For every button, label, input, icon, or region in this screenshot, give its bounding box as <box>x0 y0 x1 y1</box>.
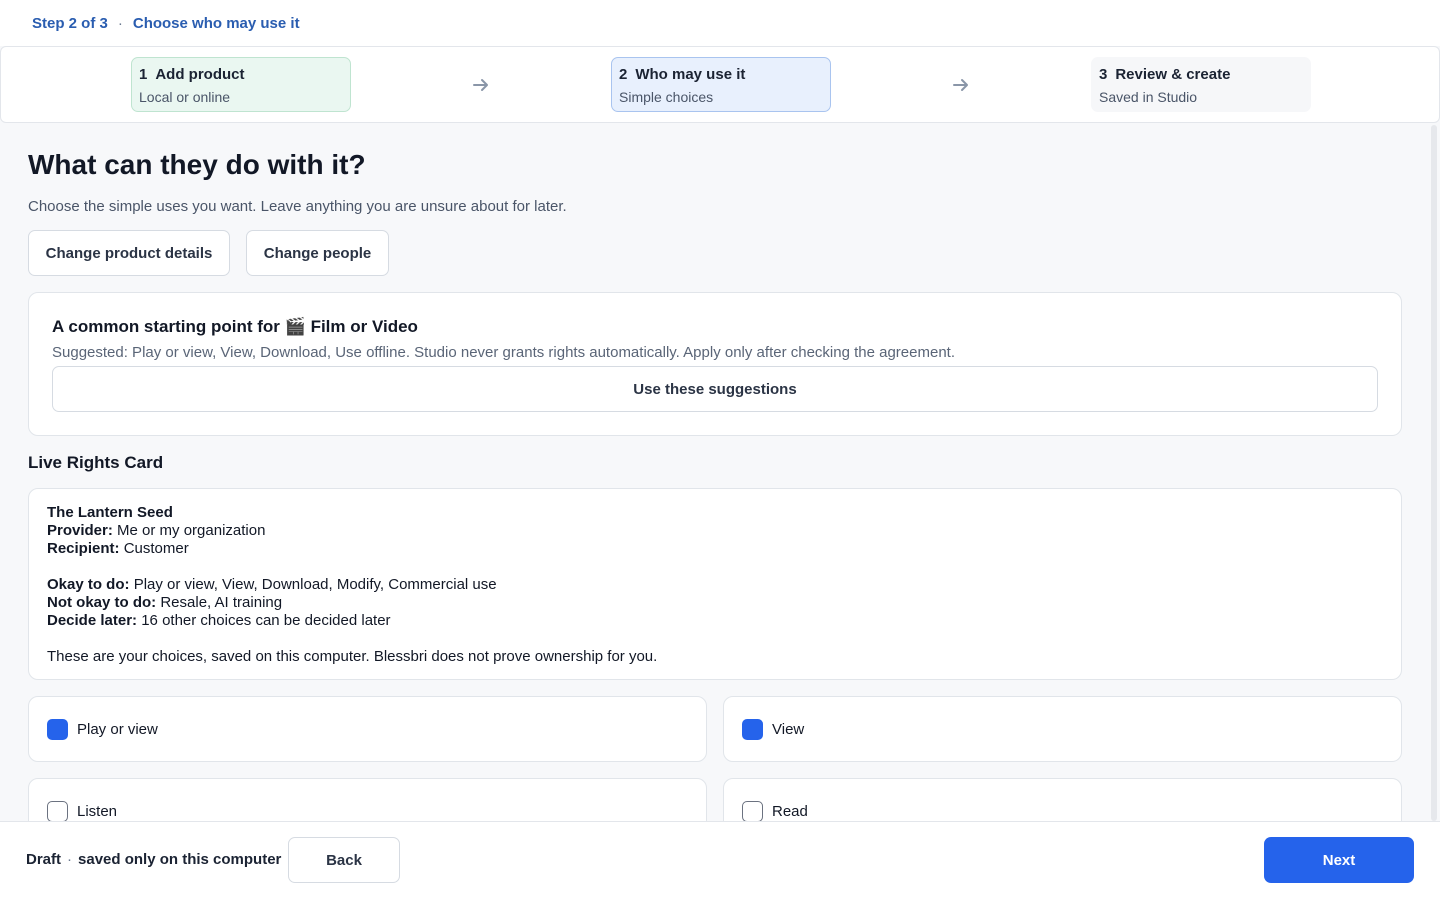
page-title: What can they do with it? <box>28 149 366 180</box>
rights-card-heading: Live Rights Card <box>28 453 164 472</box>
step-label: Review & create <box>1115 66 1231 83</box>
recipient-label: Recipient: <box>47 540 120 557</box>
option-label: Read <box>772 802 808 820</box>
arrow-right-icon <box>473 79 488 91</box>
product-name: The Lantern Seed <box>47 504 173 521</box>
step-title-row: 1 Add product <box>139 66 343 83</box>
step-label: Add product <box>155 66 245 83</box>
checkbox[interactable] <box>742 718 763 740</box>
suggestion-title-prefix: A common starting point for <box>52 317 280 336</box>
decide-later-label: Decide later: <box>47 612 138 629</box>
draft-status: Draft · saved only on this computer <box>26 851 281 868</box>
provider-value: Me or my organization <box>117 522 266 539</box>
provider-label: Provider: <box>47 522 113 539</box>
decide-later-value: 16 other choices can be decided later <box>141 612 391 629</box>
checkbox[interactable] <box>47 800 68 821</box>
main-content[interactable]: What can they do with it? Choose the sim… <box>0 123 1430 821</box>
step-review-create[interactable]: 3 Review & create Saved in Studio <box>1091 57 1311 112</box>
progress-stepper: 1 Add product Local or online 2 Who may us… <box>0 46 1440 123</box>
step-indicator: Step 2 of 3 <box>32 14 108 32</box>
option-play-or-view[interactable]: Play or view <box>28 696 707 762</box>
use-suggestions-button[interactable]: Use these suggestions <box>52 366 1378 412</box>
option-read[interactable]: Read <box>723 778 1402 821</box>
not-okay-label: Not okay to do: <box>47 594 157 611</box>
checkbox[interactable] <box>742 800 763 821</box>
step-subtitle: Local or online <box>139 89 231 105</box>
clapperboard-icon: 🎬 <box>284 317 306 336</box>
change-product-details-button[interactable]: Change product details <box>28 230 230 276</box>
next-button[interactable]: Next <box>1264 837 1414 883</box>
suggestion-text: Suggested: Play or view, View, Download,… <box>52 344 956 361</box>
step-number: 2 <box>619 66 628 83</box>
separator-dot: · <box>117 14 123 32</box>
step-subtitle: Saved in Studio <box>1099 89 1198 105</box>
live-rights-card: The Lantern Seed Provider: Me or my orga… <box>28 488 1402 680</box>
step-title: Choose who may use it <box>132 14 300 32</box>
draft-label: Draft <box>26 851 62 868</box>
footer-bar: Draft · saved only on this computer Back N… <box>0 821 1440 900</box>
option-view[interactable]: View <box>723 696 1402 762</box>
scrollbar[interactable] <box>1431 125 1437 821</box>
step-title-row: 3 Review & create <box>1099 66 1303 83</box>
checkbox[interactable] <box>47 718 68 740</box>
suggestion-title: A common starting point for 🎬 Film or Vi… <box>52 317 418 337</box>
change-people-button[interactable]: Change people <box>246 230 389 276</box>
separator-dot: · <box>67 851 73 868</box>
step-who-may-use-it[interactable]: 2 Who may use it Simple choices <box>611 57 831 112</box>
suggestion-card: A common starting point for 🎬 Film or Vi… <box>28 292 1402 436</box>
arrow-right-icon <box>953 79 968 91</box>
okay-value: Play or view, View, Download, Modify, Co… <box>133 576 497 593</box>
option-listen[interactable]: Listen <box>28 778 707 821</box>
back-button[interactable]: Back <box>288 837 400 883</box>
recipient-value: Customer <box>123 540 189 557</box>
rights-disclaimer: These are your choices, saved on this co… <box>47 648 658 665</box>
option-label: Play or view <box>77 720 158 738</box>
top-bar: Step 2 of 3 · Choose who may use it <box>0 0 1440 46</box>
intro-text: Choose the simple uses you want. Leave a… <box>28 198 567 215</box>
option-label: Listen <box>77 802 118 820</box>
not-okay-value: Resale, AI training <box>160 594 283 611</box>
okay-label: Okay to do: <box>47 576 130 593</box>
step-number: 1 <box>139 66 148 83</box>
step-subtitle: Simple choices <box>619 89 714 105</box>
step-label: Who may use it <box>635 66 746 83</box>
step-title-row: 2 Who may use it <box>619 66 823 83</box>
draft-status-text: saved only on this computer <box>78 851 282 868</box>
suggestion-category: Film or Video <box>310 317 418 336</box>
step-add-product[interactable]: 1 Add product Local or online <box>131 57 351 112</box>
step-number: 3 <box>1099 66 1108 83</box>
option-label: View <box>772 720 805 738</box>
